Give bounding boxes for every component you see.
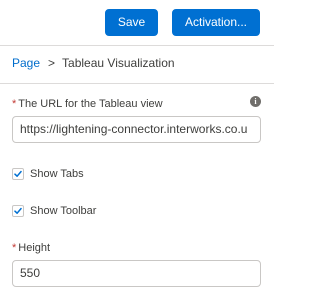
url-label-text: The URL for the Tableau view <box>18 98 163 110</box>
tableau-url-input[interactable]: https://lightening-connector.interworks.… <box>12 116 261 143</box>
activation-button[interactable]: Activation... <box>172 9 260 36</box>
save-button[interactable]: Save <box>105 9 158 36</box>
show-toolbar-checkbox-row[interactable]: Show Toolbar <box>12 204 96 218</box>
toolbar-divider <box>0 45 274 46</box>
show-tabs-checkbox-row[interactable]: Show Tabs <box>12 167 84 181</box>
show-toolbar-label: Show Toolbar <box>30 205 97 217</box>
url-field-label: * The URL for the Tableau view <box>12 97 163 111</box>
breadcrumb-current: Tableau Visualization <box>62 56 175 70</box>
height-field-label: * Height <box>12 241 50 255</box>
required-marker: * <box>12 242 17 254</box>
property-editor-panel: Save Activation... Page > Tableau Visualiz… <box>0 0 274 300</box>
info-icon[interactable]: i <box>250 96 261 107</box>
breadcrumb-page-link[interactable]: Page <box>12 56 40 70</box>
height-input[interactable]: 550 <box>12 260 261 287</box>
checkmark-icon <box>14 170 22 177</box>
breadcrumb-divider <box>0 83 274 84</box>
show-tabs-label: Show Tabs <box>30 168 84 180</box>
show-toolbar-checkbox[interactable] <box>12 205 24 217</box>
toolbar: Save Activation... <box>0 0 274 44</box>
checkmark-icon <box>14 207 22 214</box>
breadcrumb-separator: > <box>48 56 56 70</box>
show-tabs-checkbox[interactable] <box>12 168 24 180</box>
height-label-text: Height <box>18 242 51 254</box>
breadcrumb: Page > Tableau Visualization <box>12 55 175 71</box>
required-marker: * <box>12 98 17 110</box>
